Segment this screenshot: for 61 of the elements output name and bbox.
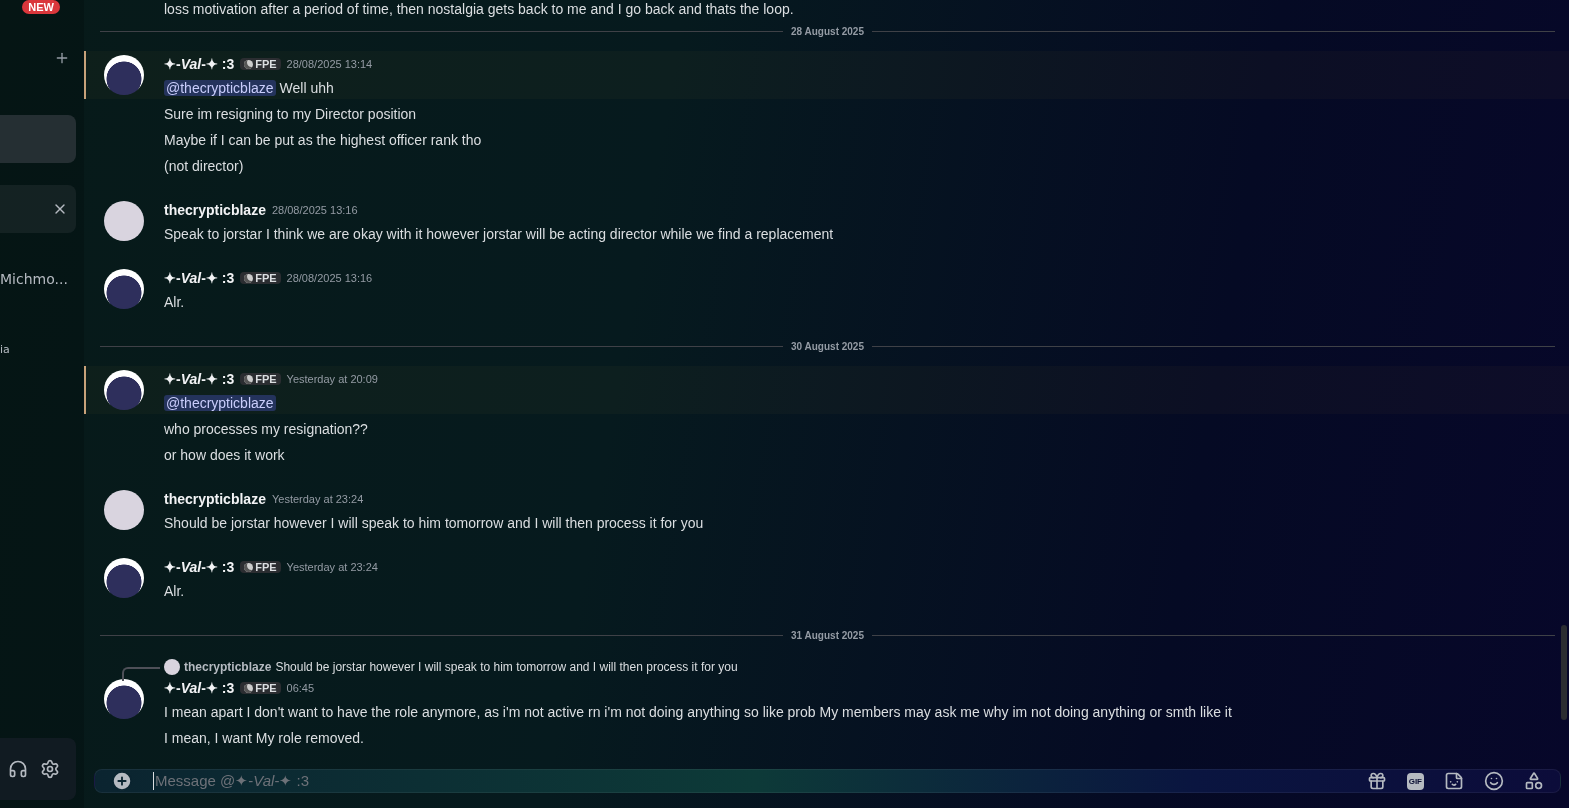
- dm-item[interactable]: Michmo...: [0, 255, 76, 303]
- author-name[interactable]: ✦-Val-✦ :3: [164, 680, 235, 696]
- author-name[interactable]: ✦-Val-✦ :3: [164, 371, 235, 387]
- add-icon[interactable]: [54, 50, 70, 66]
- reply-text[interactable]: Should be jorstar however I will speak to him tomorrow and I will then process it for you: [275, 660, 738, 674]
- message-text: I mean apart I don't want to have the role anymore, as i'm not active rn i'm not doing anything so like prob My members may ask me why im not doing anything or smth like it: [164, 703, 1233, 722]
- message-text: @thecrypticblaze Well uhh: [164, 79, 335, 98]
- timestamp: Yesterday at 23:24: [286, 561, 378, 573]
- author-name[interactable]: thecrypticblaze: [164, 491, 266, 507]
- message-text: loss motivation after a period of time, then nostalgia gets back to me and I go back and thats the loop.: [163, 0, 794, 18]
- message-text: (not director): [164, 157, 245, 176]
- timestamp: 28/08/2025 13:16: [271, 204, 358, 216]
- new-badge: NEW: [22, 0, 60, 14]
- message-text: I mean, I want My role removed.: [164, 729, 365, 748]
- gift-button[interactable]: [1366, 771, 1387, 791]
- reply-avatar: [164, 659, 180, 675]
- server-tag[interactable]: FPE: [240, 561, 281, 573]
- reply-connector: [122, 667, 160, 681]
- photo-placeholder[interactable]: [104, 201, 144, 241]
- emoji-button[interactable]: [1484, 771, 1504, 791]
- scrollbar-thumb[interactable]: [1561, 625, 1567, 720]
- message-text: Sure im resigning to my Director position: [164, 105, 418, 124]
- message-text: Alr.: [164, 293, 186, 312]
- mascot-avatar[interactable]: [104, 679, 144, 719]
- server-tag[interactable]: FPE: [240, 58, 281, 70]
- reply-author[interactable]: thecrypticblaze: [184, 660, 272, 674]
- mascot-avatar[interactable]: [104, 370, 144, 410]
- timestamp: 28/08/2025 13:14: [286, 58, 373, 70]
- timestamp: Yesterday at 23:24: [271, 493, 364, 505]
- mascot-avatar[interactable]: [104, 55, 144, 95]
- date-divider: 31 August 2025: [790, 630, 865, 641]
- message-text: Alr.: [164, 582, 186, 601]
- add-attachment-icon[interactable]: [111, 770, 133, 792]
- server-tag[interactable]: FPE: [240, 272, 281, 284]
- message-text: Should be jorstar however I will speak to him tomorrow and I will then process it for you: [164, 514, 705, 533]
- sticker-button[interactable]: [1444, 771, 1464, 791]
- photo-placeholder[interactable]: [104, 490, 144, 530]
- author-name[interactable]: ✦-Val-✦ :3: [164, 559, 235, 575]
- message-text: Speak to jorstar I think we are okay with it however jorstar will be acting director while we find a replacement: [164, 225, 835, 244]
- timestamp: 28/08/2025 13:16: [286, 272, 373, 284]
- date-divider: 28 August 2025: [790, 26, 865, 37]
- user-mention[interactable]: @thecrypticblaze: [164, 80, 276, 96]
- dm-item[interactable]: ia: [0, 325, 76, 373]
- date-divider: 30 August 2025: [790, 341, 865, 352]
- user-mention[interactable]: @thecrypticblaze: [164, 395, 276, 411]
- author-name[interactable]: ✦-Val-✦ :3: [164, 56, 235, 72]
- server-tag[interactable]: FPE: [240, 682, 281, 694]
- server-tag[interactable]: FPE: [240, 373, 281, 385]
- gif-button[interactable]: GIF: [1406, 772, 1424, 790]
- message-text: who processes my resignation??: [164, 420, 369, 439]
- message-text: Maybe if I can be put as the highest officer rank tho: [164, 131, 483, 150]
- mascot-avatar[interactable]: [104, 269, 144, 309]
- timestamp: 06:45: [286, 682, 315, 694]
- headphones-icon[interactable]: [8, 759, 28, 779]
- apps-button[interactable]: [1524, 771, 1544, 791]
- author-name[interactable]: thecrypticblaze: [164, 202, 266, 218]
- settings-icon[interactable]: [40, 759, 60, 779]
- message-text: or how does it work: [164, 446, 286, 465]
- timestamp: Yesterday at 20:09: [286, 373, 378, 385]
- author-name[interactable]: ✦-Val-✦ :3: [164, 270, 235, 286]
- mascot-avatar[interactable]: [104, 558, 144, 598]
